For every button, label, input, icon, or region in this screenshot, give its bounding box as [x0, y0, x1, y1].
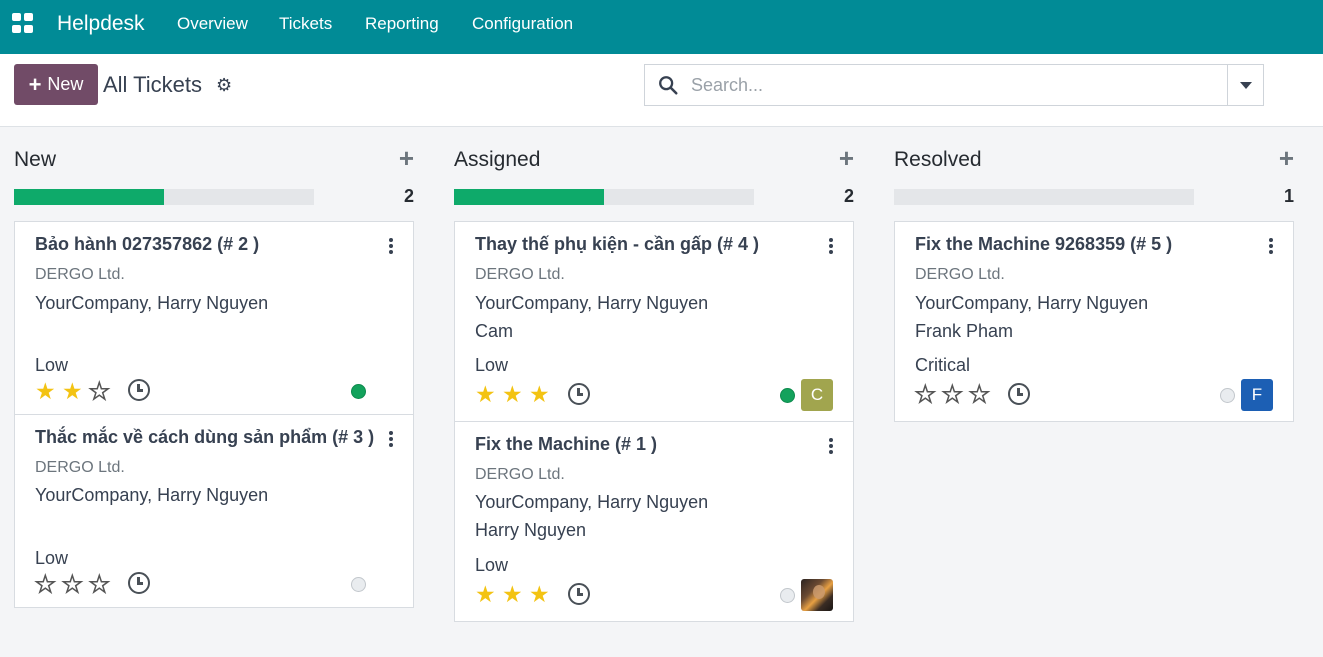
search-bar [644, 64, 1228, 106]
column-progress-bar[interactable] [454, 189, 754, 205]
gear-icon[interactable]: ⚙ [216, 75, 232, 96]
column-progress-bar[interactable] [14, 189, 314, 205]
control-panel: + New All Tickets ⚙ [0, 54, 1323, 127]
app-name[interactable]: Helpdesk [57, 12, 145, 36]
ticket-team: YourCompany, Harry Nguyen [915, 293, 1149, 313]
star-filled-icon[interactable]: ★ [475, 383, 502, 406]
priority-stars[interactable]: ★ ★ ★ [475, 383, 556, 406]
ticket-title: Fix the Machine 9268359 (# 5 ) [915, 234, 1173, 254]
card-menu-icon[interactable] [1269, 238, 1273, 254]
ticket-priority: Low [35, 548, 69, 568]
card-menu-icon[interactable] [389, 238, 393, 254]
clock-icon[interactable] [128, 379, 150, 401]
add-card-icon[interactable]: + [839, 145, 854, 171]
ticket-partner: DERGO Ltd. [915, 266, 1005, 283]
column-count: 1 [1283, 186, 1294, 206]
column-count: 2 [403, 186, 414, 206]
search-icon [659, 76, 678, 95]
star-filled-icon[interactable]: ★ [529, 383, 556, 406]
ticket-priority: Low [475, 355, 509, 375]
star-empty-icon[interactable]: ★ [88, 572, 116, 597]
search-input[interactable] [691, 73, 1191, 97]
top-navbar: Helpdesk Overview Tickets Reporting Conf… [0, 0, 1323, 54]
plus-icon: + [28, 71, 42, 97]
nav-overview[interactable]: Overview [177, 14, 248, 34]
ticket-assignee: Cam [475, 321, 514, 341]
ticket-card[interactable]: Bảo hành 027357862 (# 2 ) DERGO Ltd. You… [14, 221, 414, 415]
clock-icon[interactable] [128, 572, 150, 594]
status-dot[interactable] [351, 577, 366, 592]
ticket-team: YourCompany, Harry Nguyen [35, 293, 269, 313]
column-progress-bar[interactable] [894, 189, 1194, 205]
star-empty-icon[interactable]: ★ [914, 382, 942, 407]
ticket-title: Thay thế phụ kiện - cần gấp (# 4 ) [475, 234, 760, 254]
star-empty-icon[interactable]: ★ [34, 572, 62, 597]
ticket-team: YourCompany, Harry Nguyen [475, 293, 709, 313]
star-empty-icon[interactable]: ★ [61, 572, 89, 597]
star-filled-icon[interactable]: ★ [475, 583, 502, 606]
ticket-card[interactable]: Fix the Machine 9268359 (# 5 ) DERGO Ltd… [894, 221, 1294, 422]
new-button-label: New [47, 74, 84, 94]
column-count: 2 [843, 186, 854, 206]
status-dot[interactable] [1220, 388, 1235, 403]
ticket-priority: Critical [915, 355, 971, 375]
priority-stars[interactable]: ★ ★ ★ [475, 583, 556, 606]
column-title: New [14, 148, 57, 171]
add-card-icon[interactable]: + [1279, 145, 1294, 171]
ticket-team: YourCompany, Harry Nguyen [35, 485, 269, 505]
star-filled-icon[interactable]: ★ [502, 583, 529, 606]
status-dot[interactable] [780, 388, 795, 403]
ticket-card[interactable]: Fix the Machine (# 1 ) DERGO Ltd. YourCo… [454, 421, 854, 622]
ticket-team: YourCompany, Harry Nguyen [475, 492, 709, 512]
ticket-assignee: Frank Pham [915, 321, 1014, 341]
ticket-partner: DERGO Ltd. [35, 266, 125, 283]
priority-stars[interactable]: ★ ★ ★ [35, 379, 116, 404]
clock-icon[interactable] [1008, 383, 1030, 405]
card-menu-icon[interactable] [389, 431, 393, 447]
search-options-dropdown[interactable] [1227, 64, 1264, 106]
priority-stars[interactable]: ★ ★ ★ [914, 382, 996, 407]
column-title: Resolved [894, 148, 982, 171]
ticket-title: Fix the Machine (# 1 ) [475, 434, 658, 454]
clock-icon[interactable] [568, 383, 590, 405]
nav-reporting[interactable]: Reporting [365, 14, 439, 34]
card-menu-icon[interactable] [829, 238, 833, 254]
status-dot[interactable] [780, 588, 795, 603]
ticket-partner: DERGO Ltd. [475, 266, 565, 283]
ticket-card[interactable]: Thay thế phụ kiện - cần gấp (# 4 ) DERGO… [454, 221, 854, 422]
nav-tickets[interactable]: Tickets [279, 14, 332, 34]
nav-configuration[interactable]: Configuration [472, 14, 573, 34]
ticket-partner: DERGO Ltd. [35, 459, 125, 476]
column-title: Assigned [454, 148, 541, 171]
star-empty-icon[interactable]: ★ [968, 382, 996, 407]
ticket-assignee: Harry Nguyen [475, 520, 587, 540]
star-filled-icon[interactable]: ★ [35, 380, 62, 403]
star-filled-icon[interactable]: ★ [529, 583, 556, 606]
star-empty-icon[interactable]: ★ [941, 382, 969, 407]
ticket-priority: Low [475, 555, 509, 575]
ticket-priority: Low [35, 355, 69, 375]
avatar[interactable]: C [801, 379, 833, 411]
apps-menu-icon[interactable] [12, 13, 34, 33]
ticket-title: Bảo hành 027357862 (# 2 ) [35, 234, 260, 254]
clock-icon[interactable] [568, 583, 590, 605]
avatar[interactable] [801, 579, 833, 611]
star-filled-icon[interactable]: ★ [62, 380, 89, 403]
star-empty-icon[interactable]: ★ [88, 379, 116, 404]
avatar[interactable]: F [1241, 379, 1273, 411]
new-button[interactable]: + New [14, 64, 98, 105]
star-filled-icon[interactable]: ★ [502, 383, 529, 406]
add-card-icon[interactable]: + [399, 145, 414, 171]
ticket-card[interactable]: Thắc mắc về cách dùng sản phẩm (# 3 ) DE… [14, 414, 414, 608]
breadcrumb: All Tickets [103, 72, 203, 97]
ticket-partner: DERGO Ltd. [475, 466, 565, 483]
priority-stars[interactable]: ★ ★ ★ [34, 572, 116, 597]
card-menu-icon[interactable] [829, 438, 833, 454]
status-dot[interactable] [351, 384, 366, 399]
ticket-title: Thắc mắc về cách dùng sản phẩm (# 3 ) [35, 427, 375, 447]
